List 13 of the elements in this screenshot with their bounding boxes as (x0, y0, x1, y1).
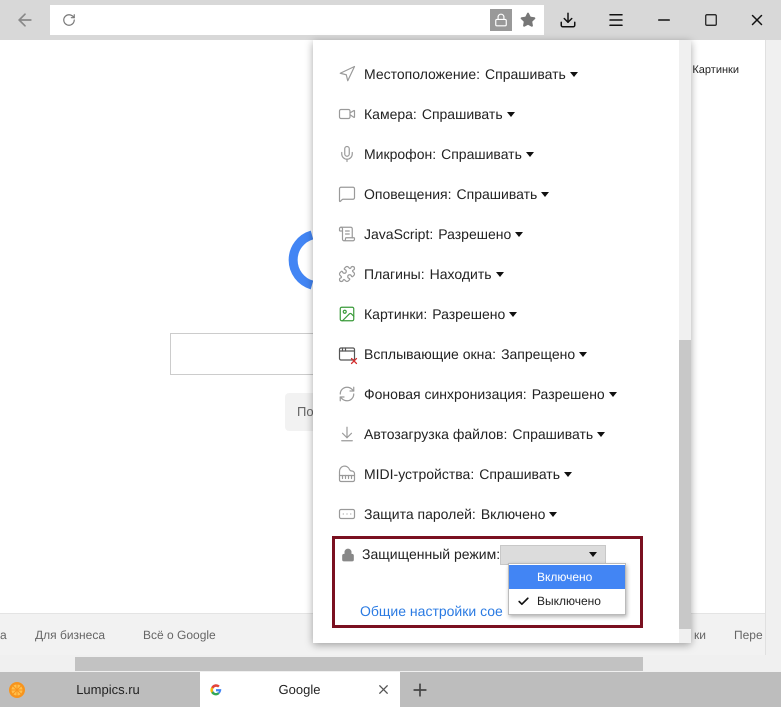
permission-label: Микрофон: (364, 144, 436, 164)
permission-label: MIDI-устройства: (364, 464, 474, 484)
permission-label: Защита паролей: (364, 504, 476, 524)
permission-label: Плагины: (364, 264, 425, 284)
permission-label: Фоновая синхронизация: (364, 384, 527, 404)
permission-label: Картинки: (364, 304, 428, 324)
permission-label: Камера: (364, 104, 417, 124)
permission-label: Всплывающие окна: (364, 344, 496, 364)
permission-label: Местоположение: (364, 64, 480, 84)
permission-label: Оповещения: (364, 184, 452, 204)
protected-mode-label: Защищенный режим: (362, 545, 500, 564)
permission-label: JavaScript: (364, 224, 434, 244)
permission-label: Автозагрузка файлов: (364, 424, 508, 444)
